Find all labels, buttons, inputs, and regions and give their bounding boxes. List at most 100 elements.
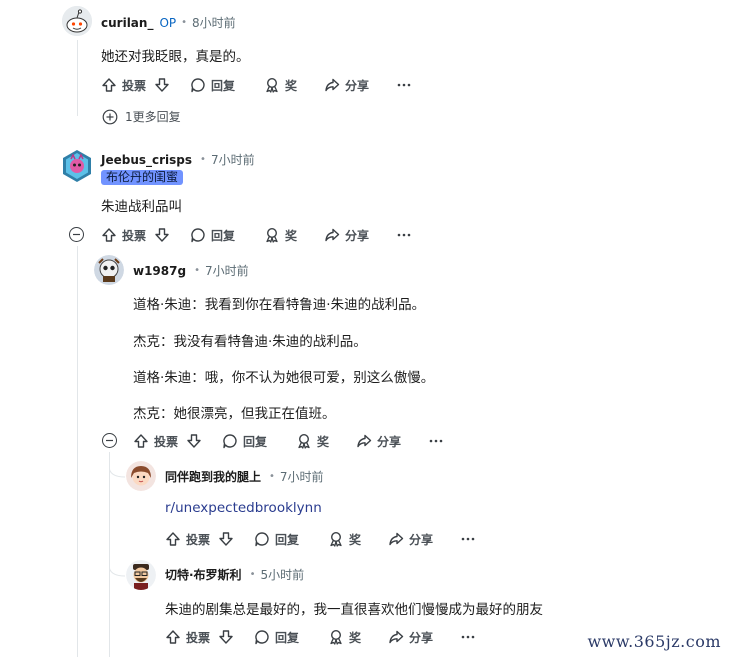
arrow-down-icon <box>155 78 169 92</box>
reply-label: 回复 <box>243 434 268 449</box>
collapse-thread-button[interactable] <box>69 227 84 242</box>
speech-bubble-icon <box>223 434 237 449</box>
separator-dot: • <box>200 154 206 165</box>
author-name[interactable]: curilan_ <box>101 16 153 30</box>
author-name[interactable]: Jeebus_crisps <box>101 153 192 167</box>
speech-bubble-icon <box>255 532 269 547</box>
award-icon <box>266 77 278 93</box>
comment-text: 朱迪的剧集总是最好的，我一直很喜欢他们慢慢成为最好的朋友 <box>165 602 543 618</box>
timestamp[interactable]: 7小时前 <box>205 262 249 279</box>
arrow-down-icon <box>219 532 233 546</box>
comment-actions: 投票 回复 奖 分享 <box>133 431 443 451</box>
more-options-button[interactable] <box>461 629 475 645</box>
downvote-button[interactable] <box>186 433 202 449</box>
timestamp[interactable]: 7小时前 <box>211 151 255 168</box>
reply-button[interactable]: 回复 <box>254 531 299 548</box>
award-label: 奖 <box>285 78 298 93</box>
more-options-button[interactable] <box>397 77 411 93</box>
collapse-thread-button[interactable] <box>102 433 117 448</box>
downvote-button[interactable] <box>154 227 170 243</box>
girl-avatar-icon <box>126 461 156 491</box>
hexagon-avatar-icon <box>63 150 91 182</box>
watermark: www.365jz.com <box>587 632 721 651</box>
reply-button[interactable]: 回复 <box>254 629 299 646</box>
avatar[interactable] <box>94 255 124 285</box>
reply-button[interactable]: 回复 <box>222 433 267 450</box>
ellipsis-icon <box>397 233 411 237</box>
comment-text: 朱迪战利品叫 <box>101 199 182 215</box>
upvote-button[interactable]: 投票 <box>165 531 210 548</box>
ellipsis-icon <box>397 83 411 87</box>
reply-button[interactable]: 回复 <box>190 77 235 94</box>
upvote-button[interactable]: 投票 <box>101 227 146 244</box>
more-options-button[interactable] <box>461 531 475 547</box>
ellipsis-icon <box>461 635 475 639</box>
share-button[interactable]: 分享 <box>356 433 401 450</box>
op-badge: OP <box>159 15 177 30</box>
award-icon <box>330 629 342 645</box>
ellipsis-icon <box>461 537 475 541</box>
upvote-button[interactable]: 投票 <box>165 629 210 646</box>
comment-meta: 切特·布罗斯利 • 5小时前 <box>165 566 304 583</box>
reply-label: 回复 <box>275 532 300 547</box>
avatar[interactable] <box>62 149 92 183</box>
comment-text: 道格·朱迪：我看到你在看特鲁迪·朱迪的战利品。 <box>133 297 426 313</box>
upvote-button[interactable]: 投票 <box>101 77 146 94</box>
arrow-up-icon <box>102 228 116 242</box>
timestamp[interactable]: 5小时前 <box>260 566 304 583</box>
more-options-button[interactable] <box>397 227 411 243</box>
thread-branch-connector <box>109 565 126 577</box>
share-icon <box>389 630 404 644</box>
timestamp[interactable]: 8小时前 <box>192 14 236 31</box>
share-button[interactable]: 分享 <box>324 77 369 94</box>
speech-bubble-icon <box>191 228 205 243</box>
author-name[interactable]: 同伴跑到我的腿上 <box>165 468 261 485</box>
downvote-button[interactable] <box>218 531 234 547</box>
downvote-button[interactable] <box>218 629 234 645</box>
timestamp[interactable]: 7小时前 <box>280 468 324 485</box>
comment-text: 杰克：她很漂亮，但我正在值班。 <box>133 406 336 422</box>
avatar[interactable] <box>62 6 92 36</box>
more-options-button[interactable] <box>429 433 443 449</box>
vote-label: 投票 <box>122 78 147 93</box>
author-name[interactable]: 切特·布罗斯利 <box>165 566 242 583</box>
snoo-avatar-icon <box>62 6 92 36</box>
award-button[interactable]: 奖 <box>296 433 329 450</box>
share-icon <box>389 532 404 546</box>
award-label: 奖 <box>285 228 298 243</box>
user-flair: 布伦丹的闺蜜 <box>101 170 184 185</box>
comment-text: 道格·朱迪：哦，你不认为她很可爱，别这么傲慢。 <box>133 370 435 386</box>
comment-text[interactable]: r/unexpectedbrooklynn <box>165 500 322 516</box>
share-button[interactable]: 分享 <box>388 629 433 646</box>
downvote-button[interactable] <box>154 77 170 93</box>
share-button[interactable]: 分享 <box>388 531 433 548</box>
separator-dot: • <box>269 471 275 482</box>
speech-bubble-icon <box>191 78 205 93</box>
comment-meta: Jeebus_crisps • 7小时前 <box>101 151 255 168</box>
reply-label: 回复 <box>275 630 300 645</box>
arrow-up-icon <box>166 630 180 644</box>
arrow-down-icon <box>219 630 233 644</box>
upvote-button[interactable]: 投票 <box>133 433 178 450</box>
award-button[interactable]: 奖 <box>328 629 361 646</box>
comment-text: 杰克：我没有看特鲁迪·朱迪的战利品。 <box>133 334 367 350</box>
share-label: 分享 <box>345 78 370 93</box>
vote-label: 投票 <box>122 228 147 243</box>
share-label: 分享 <box>409 630 434 645</box>
award-icon <box>298 433 310 449</box>
more-replies-link[interactable]: 1更多回复 <box>102 108 181 125</box>
award-label: 奖 <box>349 630 362 645</box>
share-label: 分享 <box>345 228 370 243</box>
award-button[interactable]: 奖 <box>264 77 297 94</box>
avatar[interactable] <box>126 461 156 491</box>
avatar[interactable] <box>126 560 156 590</box>
ellipsis-icon <box>429 439 443 443</box>
share-button[interactable]: 分享 <box>324 227 369 244</box>
award-button[interactable]: 奖 <box>264 227 297 244</box>
comment-meta: curilan_ OP • 8小时前 <box>101 14 236 31</box>
reply-button[interactable]: 回复 <box>190 227 235 244</box>
author-name[interactable]: w1987g <box>133 264 186 278</box>
arrow-up-icon <box>102 78 116 92</box>
share-label: 分享 <box>409 532 434 547</box>
award-button[interactable]: 奖 <box>328 531 361 548</box>
